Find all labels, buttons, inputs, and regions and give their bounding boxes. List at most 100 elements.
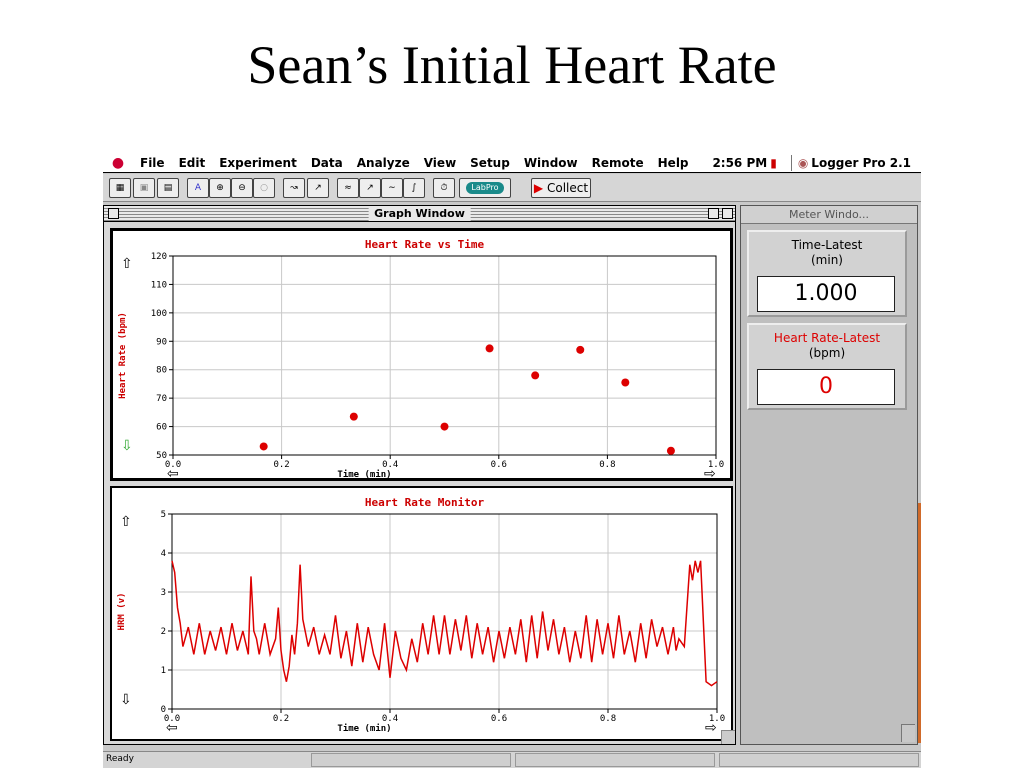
labpro-button[interactable]: LabPro	[459, 178, 511, 198]
application-menu[interactable]: Logger Pro 2.1	[811, 156, 921, 170]
data-point	[531, 371, 540, 380]
status-text: Ready	[106, 754, 134, 764]
tangent-icon: ↗	[314, 183, 322, 193]
toolbar: ▦ ▣ ▤ A ⊕ ⊖ ○ ↝ ↗ ≈ ↗ ∼ ∫ ⏱ LabPro ▶ Col…	[103, 174, 921, 202]
zoom-in-button[interactable]: ⊕	[209, 178, 231, 198]
zoom-button[interactable]: ○	[253, 178, 275, 198]
meter-window: Meter Windo... Time-Latest (min) 1.000 H…	[740, 205, 918, 745]
status-bar: Ready	[103, 751, 921, 768]
zoom-box-icon[interactable]	[708, 208, 719, 219]
status-segment	[515, 753, 715, 767]
y-tick-label: 50	[156, 451, 167, 461]
close-box-icon[interactable]	[108, 208, 119, 219]
menu-clock[interactable]: 2:56 PM	[709, 156, 770, 170]
zoom-out-icon: ⊖	[238, 183, 246, 193]
menu-analyze[interactable]: Analyze	[350, 156, 417, 170]
data-point	[666, 446, 675, 455]
examine-icon: ↝	[290, 183, 298, 193]
x-tick-label: 0.4	[382, 714, 398, 724]
menu-experiment[interactable]: Experiment	[212, 156, 304, 170]
resize-grip-icon[interactable]	[901, 724, 915, 742]
examine-button[interactable]: ↝	[283, 178, 305, 198]
autoscale-icon: A	[194, 183, 202, 193]
linear-fit-button[interactable]: ↗	[359, 178, 381, 198]
meter-label: Heart Rate-Latest (bpm)	[749, 331, 905, 361]
x-tick-label: 0.8	[600, 714, 616, 724]
y-tick-label: 4	[161, 549, 166, 559]
integral-button[interactable]: ∫	[403, 178, 425, 198]
slide-title: Sean’s Initial Heart Rate	[247, 35, 777, 95]
hrm-chart: 0.0 0.2 0.4 0.6 0.8 1.0012345Heart Rate Monit…	[117, 496, 725, 735]
meter-heart-rate-latest[interactable]: Heart Rate-Latest (bpm) 0	[747, 323, 907, 410]
save-button[interactable]: ▣	[133, 178, 155, 198]
application-icon: ◉	[797, 155, 809, 170]
menu-window[interactable]: Window	[517, 156, 585, 170]
curve-fit-icon: ∼	[388, 183, 396, 193]
scroll-right-arrow-icon: ⇨	[705, 719, 717, 735]
chart-title: Heart Rate Monitor	[365, 496, 485, 509]
meter-value: 1.000	[757, 276, 895, 312]
collect-label: Collect	[546, 181, 589, 195]
y-tick-label: 3	[161, 588, 166, 598]
menu-bar: ● File Edit Experiment Data Analyze View…	[103, 153, 921, 173]
zoom-in-icon: ⊕	[216, 183, 224, 193]
x-tick-label: 0.2	[273, 460, 289, 470]
y-tick-label: 2	[161, 627, 166, 637]
autoscale-button[interactable]: A	[187, 178, 209, 198]
stats-button[interactable]: ≈	[337, 178, 359, 198]
collapse-box-icon[interactable]	[722, 208, 733, 219]
menu-data[interactable]: Data	[304, 156, 350, 170]
play-icon: ▶	[533, 181, 544, 195]
meter-window-title[interactable]: Meter Windo...	[741, 206, 917, 224]
y-tick-label: 90	[156, 337, 167, 347]
scroll-up-arrow-icon: ⇧	[120, 513, 132, 529]
stats-icon: ≈	[344, 183, 352, 193]
graph-window-titlebar[interactable]: Graph Window	[104, 206, 735, 222]
integral-icon: ∫	[411, 183, 417, 193]
timer-button[interactable]: ⏱	[433, 178, 455, 198]
y-tick-label: 1	[161, 666, 166, 676]
menu-setup[interactable]: Setup	[463, 156, 517, 170]
zoom-out-button[interactable]: ⊖	[231, 178, 253, 198]
tangent-button[interactable]: ↗	[307, 178, 329, 198]
heart-rate-graph[interactable]: 0.0 0.2 0.4 0.6 0.8 1.0 50 60 70 80 90 100 110 120 Hea…	[110, 228, 733, 481]
collect-button[interactable]: ▶ Collect	[531, 178, 591, 198]
scroll-right-arrow-icon: ⇨	[704, 465, 716, 478]
data-point	[485, 344, 494, 353]
curve-fit-button[interactable]: ∼	[381, 178, 403, 198]
apple-menu-icon[interactable]: ●	[103, 155, 133, 171]
folder-icon: ▦	[115, 183, 125, 193]
print-button[interactable]: ▤	[157, 178, 179, 198]
y-tick-label: 0	[161, 705, 166, 715]
linear-fit-icon: ↗	[366, 183, 374, 193]
menu-edit[interactable]: Edit	[172, 156, 213, 170]
meter-name: Time-Latest	[791, 238, 863, 252]
y-tick-label: 70	[156, 394, 167, 404]
x-tick-label: 0.2	[273, 714, 289, 724]
x-tick-label: 0.4	[382, 460, 398, 470]
chart-title: Heart Rate vs Time	[365, 238, 485, 251]
x-tick-label: 0.6	[491, 714, 507, 724]
scroll-left-arrow-icon: ⇦	[167, 465, 179, 478]
graph-window: Graph Window 0.0 0.2 0.4 0.6 0.8 1.0 50 60 70 80 9…	[103, 205, 736, 745]
x-tick-label: 0.8	[599, 460, 615, 470]
menu-remote[interactable]: Remote	[585, 156, 651, 170]
hrm-graph[interactable]: 0.0 0.2 0.4 0.6 0.8 1.0 0 1 2 3 4 5 Heart Rate Monit…	[110, 486, 733, 741]
data-point	[259, 442, 268, 451]
data-point	[349, 412, 358, 421]
y-axis-label: Heart Rate (bpm)	[118, 312, 128, 399]
stopwatch-icon: ⏱	[440, 183, 448, 193]
data-point	[621, 378, 630, 387]
open-button[interactable]: ▦	[109, 178, 131, 198]
status-segment	[719, 753, 919, 767]
y-axis-label: HRM (v)	[117, 593, 127, 631]
menu-file[interactable]: File	[133, 156, 172, 170]
meter-time-latest[interactable]: Time-Latest (min) 1.000	[747, 230, 907, 317]
resize-grip-icon[interactable]	[721, 730, 735, 744]
y-tick-label: 60	[156, 423, 167, 433]
labpro-label: LabPro	[466, 182, 504, 194]
menu-view[interactable]: View	[417, 156, 463, 170]
menu-help[interactable]: Help	[651, 156, 696, 170]
heart-rate-chart: 0.0 0.2 0.4 0.6 0.8 1.05060708090100110120Hea…	[118, 238, 724, 478]
y-tick-label: 110	[151, 280, 167, 290]
